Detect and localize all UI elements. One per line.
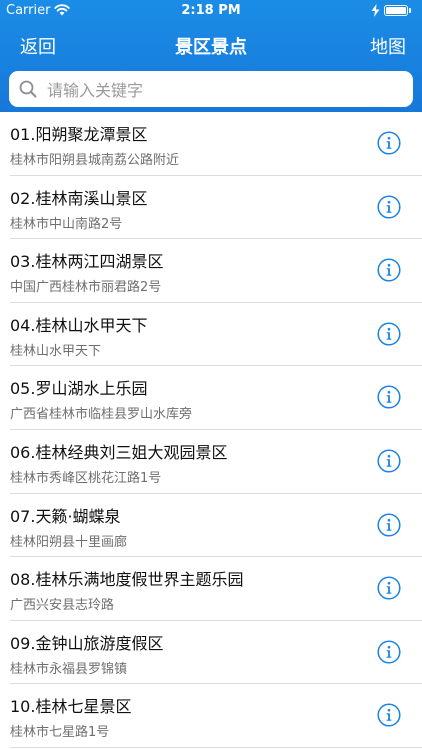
item-title: 02.桂林南溪山景区 bbox=[10, 188, 148, 208]
battery-icon bbox=[384, 5, 414, 17]
back-button[interactable]: 返回 bbox=[20, 33, 56, 59]
search-icon bbox=[19, 80, 37, 98]
item-address: 桂林阳朔县十里画廊 bbox=[10, 534, 128, 550]
list-item[interactable]: 09.金钟山旅游度假区 桂林市永福县罗锦镇 bbox=[0, 621, 422, 685]
list-item[interactable]: 05.罗山湖水上乐园 广西省桂林市临桂县罗山水库旁 bbox=[0, 366, 422, 430]
info-icon[interactable] bbox=[377, 640, 401, 664]
info-icon[interactable] bbox=[377, 322, 401, 346]
map-button[interactable]: 地图 bbox=[370, 33, 406, 59]
info-icon[interactable] bbox=[377, 513, 401, 537]
header: Carrier 2:18 PM 返回 景区景点 地图 bbox=[0, 0, 422, 112]
status-bar: Carrier 2:18 PM bbox=[0, 0, 422, 22]
info-icon[interactable] bbox=[377, 703, 401, 727]
list-item[interactable]: 08.桂林乐满地度假世界主题乐园 广西兴安县志玲路 bbox=[0, 557, 422, 621]
info-icon[interactable] bbox=[377, 449, 401, 473]
list-item[interactable]: 03.桂林两江四湖景区 中国广西桂林市丽君路2号 bbox=[0, 239, 422, 303]
search-input[interactable] bbox=[45, 74, 409, 106]
item-address: 广西兴安县志玲路 bbox=[10, 598, 115, 614]
navigation-bar: 返回 景区景点 地图 bbox=[0, 22, 422, 68]
status-time: 2:18 PM bbox=[181, 3, 241, 18]
item-title: 04.桂林山水甲天下 bbox=[10, 315, 148, 335]
item-address: 桂林山水甲天下 bbox=[10, 343, 102, 359]
search-bar[interactable] bbox=[9, 71, 413, 107]
item-address: 广西省桂林市临桂县罗山水库旁 bbox=[10, 407, 193, 423]
list-item[interactable]: 06.桂林经典刘三姐大观园景区 桂林市秀峰区桃花江路1号 bbox=[0, 430, 422, 494]
item-address: 桂林市永福县罗锦镇 bbox=[10, 661, 128, 677]
info-icon[interactable] bbox=[377, 576, 401, 600]
item-address: 桂林市秀峰区桃花江路1号 bbox=[10, 470, 162, 486]
item-title: 05.罗山湖水上乐园 bbox=[10, 379, 148, 399]
info-icon[interactable] bbox=[377, 385, 401, 409]
list-item[interactable]: 10.桂林七星景区 桂林市七星路1号 bbox=[0, 684, 422, 748]
item-address: 中国广西桂林市丽君路2号 bbox=[10, 280, 162, 296]
item-title: 10.桂林七星景区 bbox=[10, 697, 132, 717]
list-item[interactable]: 04.桂林山水甲天下 桂林山水甲天下 bbox=[0, 303, 422, 367]
item-address: 桂林市中山南路2号 bbox=[10, 216, 123, 232]
item-title: 08.桂林乐满地度假世界主题乐园 bbox=[10, 570, 244, 590]
charging-bolt-icon bbox=[371, 4, 380, 17]
list-item[interactable]: 01.阳朔聚龙潭景区 桂林市阳朔县城南荔公路附近 bbox=[0, 112, 422, 176]
item-address: 桂林市七星路1号 bbox=[10, 725, 110, 741]
info-icon[interactable] bbox=[377, 195, 401, 219]
item-title: 07.天籁·蝴蝶泉 bbox=[10, 506, 121, 526]
list-item[interactable]: 07.天籁·蝴蝶泉 桂林阳朔县十里画廊 bbox=[0, 494, 422, 558]
item-title: 06.桂林经典刘三姐大观园景区 bbox=[10, 442, 228, 462]
page-title: 景区景点 bbox=[175, 37, 247, 58]
item-title: 09.金钟山旅游度假区 bbox=[10, 633, 164, 653]
list-item[interactable]: 02.桂林南溪山景区 桂林市中山南路2号 bbox=[0, 176, 422, 240]
item-title: 03.桂林两江四湖景区 bbox=[10, 252, 164, 272]
info-icon[interactable] bbox=[377, 258, 401, 282]
item-address: 桂林市阳朔县城南荔公路附近 bbox=[10, 153, 180, 168]
attraction-list: 01.阳朔聚龙潭景区 桂林市阳朔县城南荔公路附近 02.桂林南溪山景区 桂林市中… bbox=[0, 112, 422, 748]
item-title: 01.阳朔聚龙潭景区 bbox=[10, 125, 148, 144]
info-icon[interactable] bbox=[377, 131, 401, 155]
